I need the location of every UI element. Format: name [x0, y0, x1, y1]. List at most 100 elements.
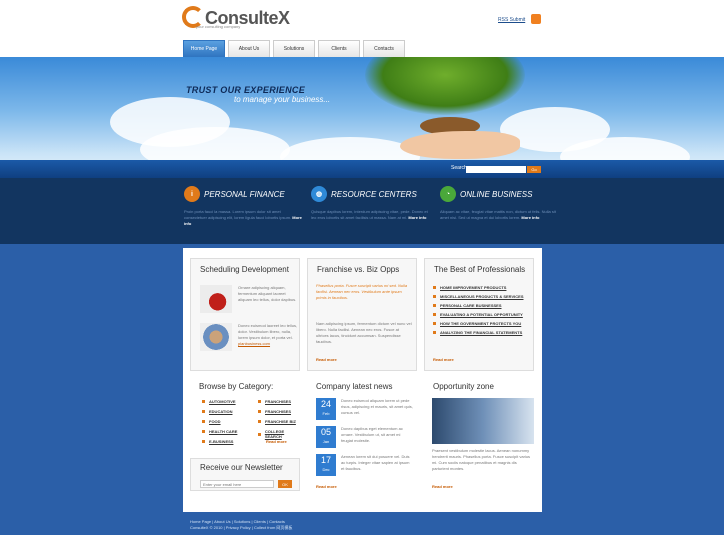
bullet-icon — [258, 410, 261, 413]
category-label: FRANCHISES — [265, 399, 292, 404]
hero-subtitle: to manage your business... — [234, 95, 331, 104]
more-info-link[interactable]: More info — [408, 215, 426, 220]
box-title: Franchise vs. Biz Opps — [317, 265, 400, 274]
category-link[interactable]: AUTOMOTIVE — [202, 399, 236, 404]
newsletter-box: Receive our Newsletter OK — [190, 458, 300, 491]
nav-home[interactable]: Home Page — [183, 40, 225, 57]
scheduling-link[interactable]: planbusiness.com — [238, 341, 270, 346]
list-item-label: ANALYZING THE FINANCIAL STATEMENTS — [440, 330, 523, 335]
news-date: 24 Feb — [316, 398, 336, 420]
bullet-icon — [258, 432, 261, 436]
bullet-icon — [433, 313, 436, 316]
bullet-icon — [258, 420, 261, 423]
bullet-icon — [433, 322, 436, 325]
rss-icon[interactable] — [531, 14, 541, 24]
feature-title: ONLINE BUSINESS — [460, 190, 533, 199]
bullet-icon — [258, 400, 261, 403]
franchise-lead: Phasellus porta. Fusce suscipit varius m… — [316, 283, 408, 300]
search-button[interactable]: Go — [527, 166, 541, 173]
date-day: 24 — [320, 399, 331, 409]
category-link[interactable]: FRANCHISES — [258, 399, 291, 404]
category-link[interactable]: FRANCHISES — [258, 409, 291, 414]
list-item-label: HOW THE GOVERNMENT PROTECTS YOU — [440, 321, 522, 326]
date-day: 17 — [320, 455, 331, 465]
main-nav: Home Page About Us Solutions Clients Con… — [183, 40, 408, 57]
professionals-box: The Best of Professionals HOME IMPROVEME… — [424, 258, 534, 371]
feature-text: Quisque dapibus lorem, interdum adipisci… — [311, 209, 429, 221]
box-title: Browse by Category: — [199, 382, 274, 391]
bullet-icon — [202, 420, 205, 423]
scheduling-box: Scheduling Development Ornare adipiscing… — [190, 258, 300, 371]
list-item[interactable]: EVALUATING A POTENTIAL OPPORTUNITY — [433, 312, 524, 317]
read-more-link[interactable]: Read more — [316, 357, 337, 362]
date-day: 05 — [320, 427, 331, 437]
news-box: Company latest news 24 Feb Donec euismod … — [307, 376, 417, 496]
more-info-link[interactable]: More info — [521, 215, 539, 220]
date-month: Dec — [322, 467, 330, 472]
news-text: Donec dapibus eget elementum ac ornare. … — [341, 426, 403, 443]
list-item-label: HOME IMPROVEMENT PRODUCTS — [440, 285, 507, 290]
professionals-list: HOME IMPROVEMENT PRODUCTS MISCELLANEOUS … — [433, 285, 524, 339]
category-label: COLLEGE SEARCH — [264, 429, 285, 439]
hero-title: TRUST OUR EXPERIENCE — [186, 85, 306, 95]
nav-about[interactable]: About Us — [228, 40, 270, 57]
opportunity-text: Praesent vestibulum molestie lacus. Aene… — [432, 448, 531, 471]
category-label: E-BUSINESS — [209, 439, 234, 444]
date-month: Feb — [322, 411, 330, 416]
nav-solutions[interactable]: Solutions — [273, 40, 315, 57]
newsletter-email-input[interactable] — [200, 480, 274, 488]
category-link[interactable]: FOOD — [202, 419, 221, 424]
box-title: Opportunity zone — [433, 382, 494, 391]
footer-copyright: ConsulteX © 2010 | Privacy Policy | Coll… — [190, 525, 293, 530]
scheduling-text: Donec euismod laoreet leo tellus, dolor.… — [238, 323, 298, 340]
category-link[interactable]: EDUCATION — [202, 409, 232, 414]
list-item[interactable]: MISCELLANEOUS PRODUCTS & SERVICES — [433, 294, 524, 299]
feature-description: Proin porta fauci la massa. Lorem ipsum … — [184, 209, 292, 220]
logo-tagline: your consulting company — [196, 24, 241, 29]
hand-illustration — [400, 131, 520, 159]
category-link[interactable]: FRANCHISE BIZ — [258, 419, 296, 424]
list-item[interactable]: HOME IMPROVEMENT PRODUCTS — [433, 285, 524, 290]
read-more-link[interactable]: Read more — [266, 439, 287, 444]
header: ConsulteX your consulting company RSS Su… — [0, 0, 724, 58]
bullet-icon — [433, 331, 436, 334]
globe-icon: ◍ — [311, 186, 327, 202]
footer: Home Page | About Us | Solutions | Clien… — [190, 519, 292, 531]
newsletter-submit-button[interactable]: OK — [278, 480, 292, 488]
read-more-link[interactable]: Read more — [432, 484, 453, 489]
category-label: AUTOMOTIVE — [209, 399, 236, 404]
category-link[interactable]: HEALTH CARE — [202, 429, 237, 434]
handshake-image — [432, 398, 534, 444]
category-label: FRANCHISE BIZ — [265, 419, 296, 424]
opportunity-box: Opportunity zone Praesent vestibulum mol… — [424, 376, 534, 496]
scheduling-text-2: Donec euismod laoreet leo tellus, dolor.… — [238, 323, 298, 347]
feature-text: Aliquam ac vitae, feugiat vitae mattis n… — [440, 209, 558, 221]
pie-chart-icon: ◔ — [440, 186, 456, 202]
feature-text: Proin porta fauci la massa. Lorem ipsum … — [184, 209, 302, 227]
browse-box: Browse by Category: AUTOMOTIVE EDUCATION… — [190, 376, 300, 456]
box-title: Receive our Newsletter — [200, 463, 283, 472]
list-item-label: MISCELLANEOUS PRODUCTS & SERVICES — [440, 294, 524, 299]
list-item[interactable]: PERSONAL CARE BUSINESSES — [433, 303, 524, 308]
box-title: Scheduling Development — [200, 265, 289, 274]
read-more-link[interactable]: Read more — [316, 484, 337, 489]
scheduling-text-1: Ornare adipiscing aliquam, fermentum ali… — [238, 285, 297, 302]
category-label: FRANCHISES — [265, 409, 292, 414]
nav-clients[interactable]: Clients — [318, 40, 360, 57]
bullet-icon — [202, 410, 205, 413]
main-content: Scheduling Development Ornare adipiscing… — [183, 248, 542, 512]
bullet-icon — [433, 295, 436, 298]
category-link[interactable]: E-BUSINESS — [202, 439, 233, 444]
nav-contacts[interactable]: Contacts — [363, 40, 405, 57]
read-more-link[interactable]: Read more — [433, 357, 454, 362]
bullet-icon — [202, 400, 205, 403]
franchise-body: Nam adipiscing ipsum, fermentum dictum v… — [316, 321, 412, 344]
rss-submit-link[interactable]: RSS Submit — [498, 17, 525, 23]
list-item[interactable]: HOW THE GOVERNMENT PROTECTS YOU — [433, 321, 524, 326]
category-link[interactable]: COLLEGE SEARCH — [258, 429, 300, 439]
search-input[interactable] — [466, 166, 526, 173]
teamwork-image — [200, 323, 232, 351]
list-item[interactable]: ANALYZING THE FINANCIAL STATEMENTS — [433, 330, 524, 335]
news-text: Donec euismod aliquam lorem ut pede risu… — [341, 398, 413, 415]
franchise-box: Franchise vs. Biz Opps Phasellus porta. … — [307, 258, 417, 371]
